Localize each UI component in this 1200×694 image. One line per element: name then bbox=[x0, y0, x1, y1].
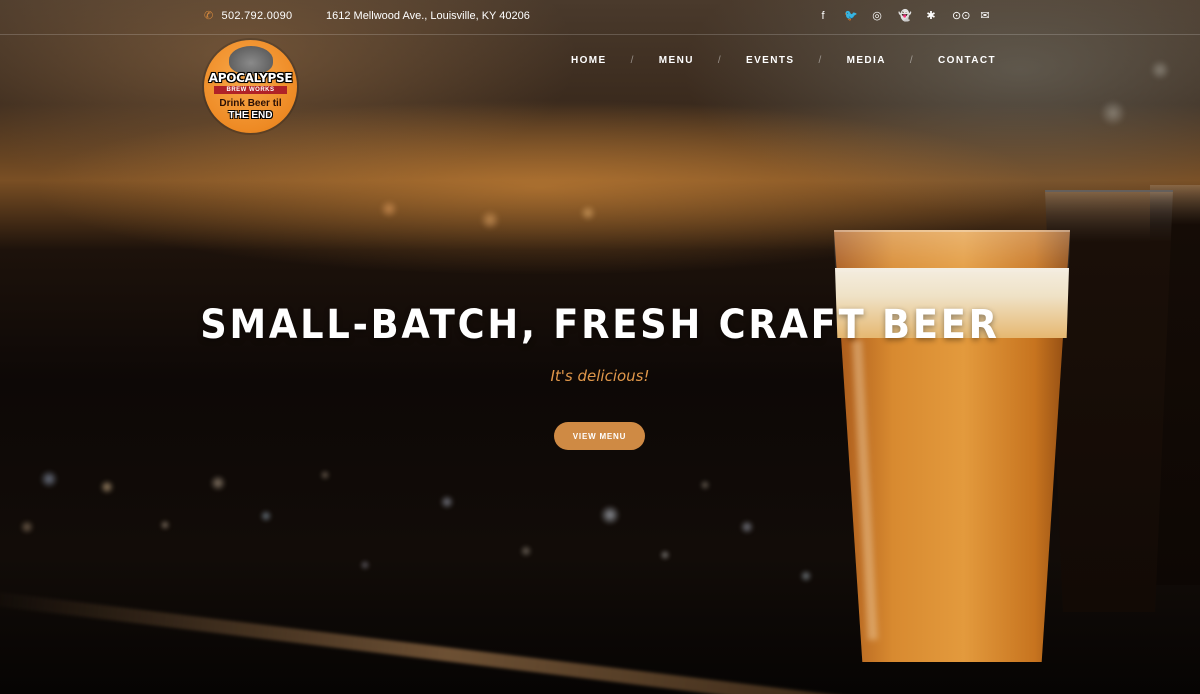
hero-headline: SMALL-BATCH, FRESH CRAFT BEER bbox=[200, 302, 1000, 348]
logo-name: APOCALYPSE bbox=[208, 71, 293, 85]
bokeh-light bbox=[360, 560, 370, 570]
phone-icon: ✆ bbox=[204, 10, 214, 22]
bokeh-light bbox=[40, 470, 58, 488]
nav-separator: / bbox=[818, 55, 823, 66]
nav-item-media[interactable]: MEDIA bbox=[847, 55, 886, 66]
nav-separator: / bbox=[909, 55, 915, 66]
snapchat-icon[interactable]: 👻 bbox=[898, 10, 912, 22]
tripadvisor-icon[interactable]: ⊙⊙ bbox=[952, 10, 970, 22]
bokeh-light bbox=[1150, 60, 1170, 80]
bokeh-light bbox=[600, 505, 620, 525]
bokeh-light bbox=[100, 480, 114, 494]
nav-separator: / bbox=[630, 55, 635, 66]
view-menu-button[interactable]: VIEW MENU bbox=[554, 422, 645, 450]
glass-rim bbox=[834, 230, 1070, 272]
logo-band: BREW WORKS bbox=[214, 86, 287, 94]
logo-tagline: Drink Beer til bbox=[219, 98, 282, 109]
email-icon[interactable]: ✉ bbox=[979, 10, 991, 22]
bokeh-light bbox=[580, 205, 596, 221]
bokeh-light bbox=[160, 520, 170, 530]
bokeh-light bbox=[800, 570, 812, 582]
nav-item-home[interactable]: HOME bbox=[571, 55, 607, 66]
main-nav: HOME / MENU / EVENTS / MEDIA / CONTACT bbox=[571, 55, 996, 66]
twitter-icon[interactable]: 🐦 bbox=[844, 10, 858, 22]
nav-separator: / bbox=[717, 55, 723, 66]
bokeh-light bbox=[480, 210, 500, 230]
bokeh-light bbox=[520, 545, 532, 557]
nav-item-contact[interactable]: CONTACT bbox=[938, 55, 996, 66]
top-bar: ✆ 502.792.0090 1612 Mellwood Ave., Louis… bbox=[0, 0, 1200, 35]
instagram-icon[interactable]: ◎ bbox=[871, 10, 883, 22]
phone-contact[interactable]: ✆ 502.792.0090 bbox=[204, 9, 293, 23]
bokeh-light bbox=[260, 510, 272, 522]
bokeh-light bbox=[740, 520, 754, 534]
bokeh-light bbox=[1100, 100, 1126, 126]
bokeh-light bbox=[380, 200, 398, 218]
bokeh-light bbox=[440, 495, 454, 509]
bokeh-light bbox=[210, 475, 226, 491]
hero-subline: It's delicious! bbox=[550, 367, 650, 385]
nav-item-menu[interactable]: MENU bbox=[659, 55, 694, 66]
logo-tagline-emphasis: THE END bbox=[228, 110, 273, 121]
nav-item-events[interactable]: EVENTS bbox=[746, 55, 794, 66]
yelp-icon[interactable]: ✱ bbox=[925, 10, 937, 22]
facebook-icon[interactable]: f bbox=[817, 10, 829, 22]
bokeh-light bbox=[20, 520, 34, 534]
mushroom-cloud-icon bbox=[229, 46, 273, 74]
social-links: f 🐦 ◎ 👻 ✱ ⊙⊙ ✉ bbox=[817, 10, 991, 22]
phone-number[interactable]: 502.792.0090 bbox=[222, 10, 293, 22]
bokeh-light bbox=[320, 470, 330, 480]
bokeh-light bbox=[700, 480, 710, 490]
address[interactable]: 1612 Mellwood Ave., Louisville, KY 40206 bbox=[326, 10, 530, 22]
bar-edge bbox=[0, 590, 914, 694]
beer-glass bbox=[834, 230, 1070, 662]
logo[interactable]: APOCALYPSE BREW WORKS Drink Beer til THE… bbox=[204, 40, 297, 133]
bokeh-light bbox=[660, 550, 670, 560]
